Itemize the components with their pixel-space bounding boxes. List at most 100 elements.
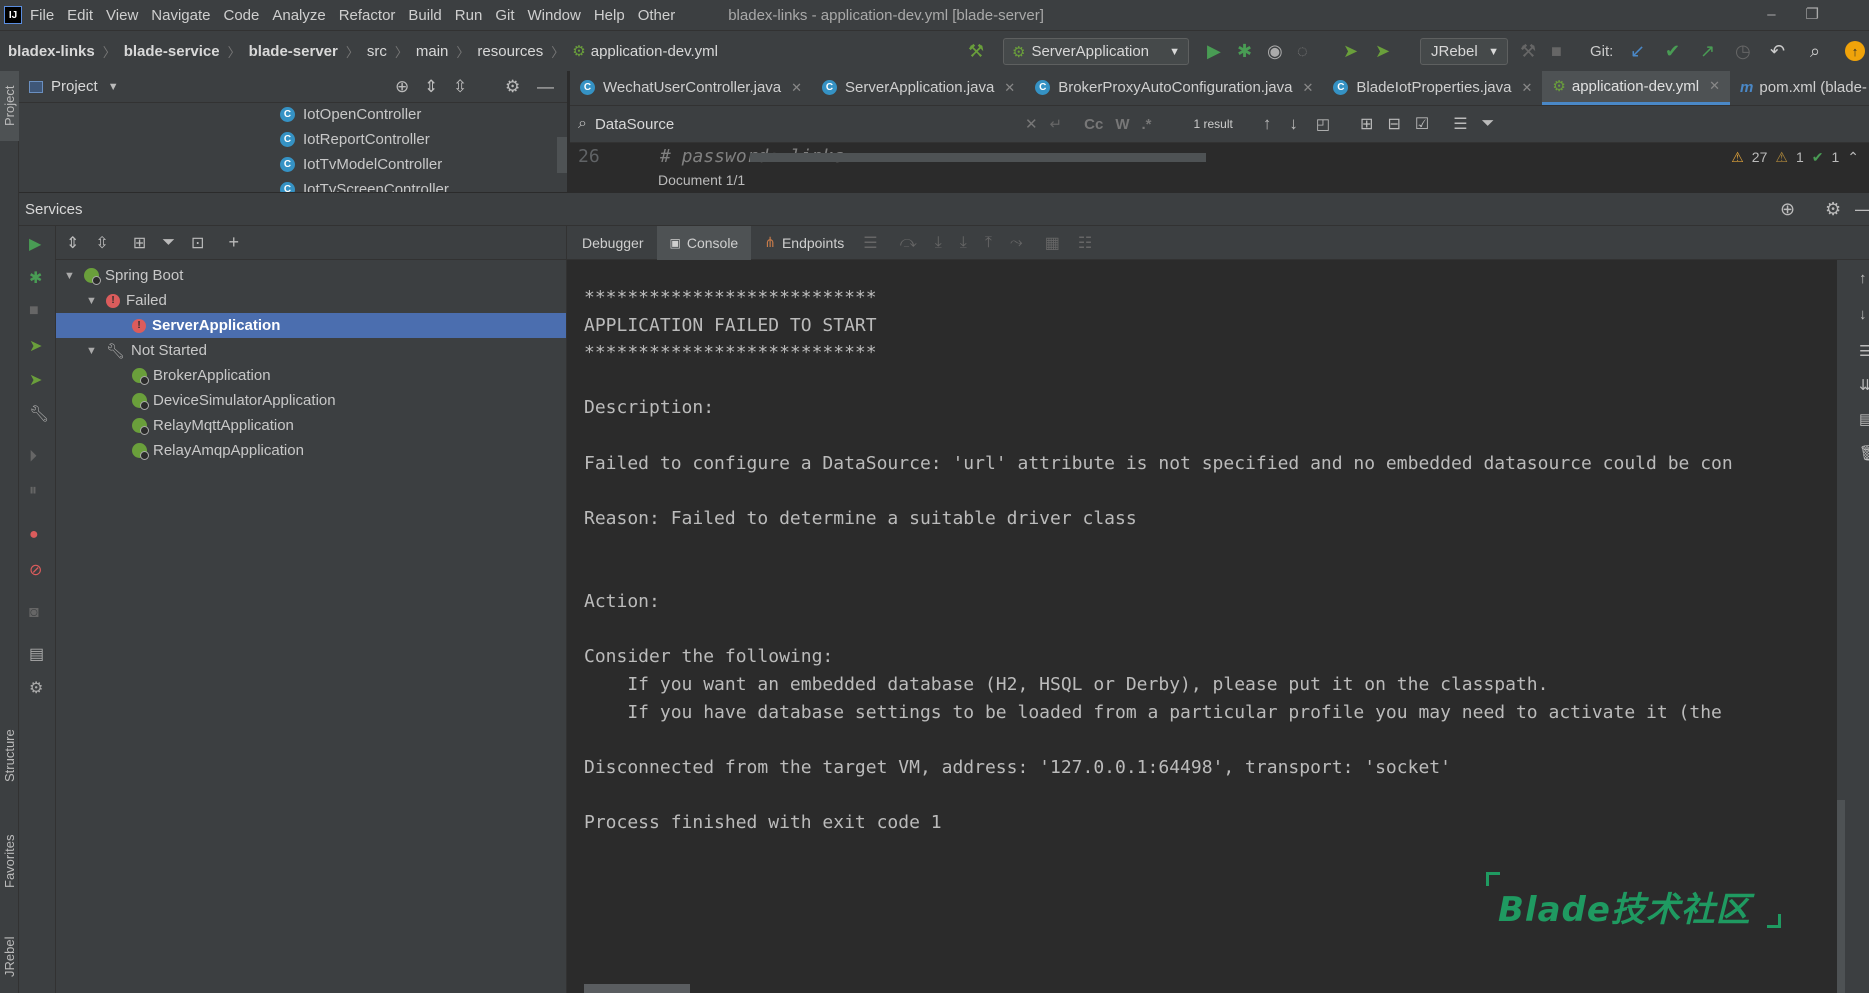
show-execution-point-icon[interactable]: ⤼ [900, 234, 917, 252]
minimize-icon[interactable]: — [537, 77, 554, 97]
git-update-icon[interactable]: ↙ [1630, 41, 1645, 62]
tab-console[interactable]: ▣ Console [656, 225, 752, 260]
jrebel-select[interactable]: JRebel ▼ [1420, 38, 1508, 65]
soft-wrap-icon[interactable]: ☰ [1859, 342, 1869, 360]
tree-node-failed[interactable]: ▼ ! Failed [86, 288, 596, 313]
tab-debugger[interactable]: Debugger [569, 226, 657, 260]
step-into-icon[interactable]: ⤓ [960, 234, 967, 252]
editor-content[interactable]: 26 # password: links ⚠27 ⚠1 ✔1 ⌃ [570, 143, 1869, 171]
menu-analyze[interactable]: Analyze [272, 7, 325, 24]
git-commit-icon[interactable]: ✔ [1665, 41, 1680, 62]
chevron-down-icon[interactable]: ▼ [86, 345, 100, 357]
filter-icon[interactable]: ⏷ [162, 234, 175, 252]
menu-view[interactable]: View [106, 7, 138, 24]
git-push-icon[interactable]: ↗ [1700, 41, 1715, 62]
tab-wechat-user-controller[interactable]: C WechatUserController.java ✕ [570, 71, 812, 105]
tab-broker-proxy-auto-configuration[interactable]: C BrokerProxyAutoConfiguration.java ✕ [1025, 71, 1323, 105]
tab-application-dev-yml[interactable]: ⚙ application-dev.yml ✕ [1542, 71, 1731, 105]
project-tool-tab[interactable]: Project [0, 71, 19, 141]
threads-icon[interactable]: ☰ [863, 233, 877, 253]
debug-icon[interactable]: ✱ [1237, 41, 1252, 62]
scroll-down-icon[interactable]: ↓ [1859, 306, 1867, 323]
console-horizontal-scrollbar[interactable] [584, 984, 690, 993]
layout-icon[interactable]: ▤ [29, 644, 44, 664]
tab-server-application[interactable]: C ServerApplication.java ✕ [812, 71, 1025, 105]
attach-icon[interactable]: ⚒ [1520, 41, 1536, 62]
expand-all-icon[interactable]: ⇕ [66, 233, 79, 253]
jrebel-tool-tab[interactable]: JRebel [0, 921, 19, 993]
breadcrumb-item[interactable]: blade-server [249, 43, 338, 60]
evaluate-icon[interactable]: ▦ [1045, 233, 1060, 253]
chevron-down-icon[interactable]: ▼ [108, 81, 119, 93]
chevron-down-icon[interactable]: ▼ [86, 295, 100, 307]
remove-occurrence-icon[interactable]: ⊟ [1387, 114, 1400, 134]
close-icon[interactable]: ✕ [1004, 80, 1015, 96]
scroll-up-icon[interactable]: ↑ [1859, 270, 1867, 287]
editor-horizontal-scrollbar[interactable] [750, 153, 1206, 162]
gear-icon[interactable]: ⚙ [1825, 199, 1841, 220]
camera-icon[interactable]: ◙ [29, 604, 39, 622]
breadcrumb-item[interactable]: resources [477, 43, 543, 60]
search-icon[interactable]: ⌕ [1810, 41, 1820, 62]
menu-file[interactable]: File [30, 7, 54, 24]
new-tab-icon[interactable]: ⊡ [191, 233, 204, 253]
step-out-icon[interactable]: ⤒ [985, 234, 992, 252]
add-service-icon[interactable]: + [228, 232, 239, 253]
close-icon[interactable]: ✕ [791, 80, 802, 96]
new-line-icon[interactable]: ↵ [1050, 115, 1063, 133]
run-icon[interactable]: ▶ [1207, 41, 1221, 62]
inspection-widget[interactable]: ⚠ 27 ⚠ 1 ✔ 1 ⌃ [1731, 149, 1859, 166]
favorites-tool-tab[interactable]: Favorites [0, 816, 19, 906]
tab-endpoints[interactable]: ⋔ Endpoints [751, 226, 857, 260]
update-icon[interactable]: ↑ [1845, 41, 1865, 61]
chevron-up-icon[interactable]: ⌃ [1847, 149, 1859, 166]
close-icon[interactable]: ✕ [1303, 80, 1314, 96]
history-icon[interactable]: ◷ [1735, 41, 1751, 62]
menu-build[interactable]: Build [408, 7, 441, 24]
chevron-down-icon[interactable]: ▼ [64, 270, 78, 282]
tree-node-not-started[interactable]: ▼ 🔧︎ Not Started [86, 338, 596, 363]
filter-icon[interactable]: ⏷ [1482, 115, 1495, 133]
clear-icon[interactable]: ✕ [1025, 115, 1038, 133]
menu-window[interactable]: Window [527, 7, 580, 24]
tree-item-class[interactable]: C IotOpenController [280, 106, 421, 123]
step-over-icon[interactable]: ⤓ [935, 234, 942, 252]
gear-icon[interactable]: ⚙ [505, 77, 520, 97]
minimize-icon[interactable]: — [1855, 199, 1869, 220]
trace-icon[interactable]: ☷ [1078, 233, 1092, 253]
menu-navigate[interactable]: Navigate [151, 7, 210, 24]
resume-icon[interactable]: ⏵ [29, 448, 37, 466]
words-toggle[interactable]: W [1115, 116, 1129, 133]
profile-icon[interactable]: ◌ [1297, 41, 1308, 62]
close-icon[interactable]: ✕ [1709, 78, 1720, 94]
structure-tool-tab[interactable]: Structure [0, 711, 19, 801]
coverage-icon[interactable]: ◉ [1267, 41, 1283, 62]
locate-icon[interactable]: ⊕ [1780, 199, 1795, 220]
debug-icon[interactable]: ✱ [29, 268, 42, 288]
select-all-occurrences-icon[interactable]: ◰ [1316, 115, 1330, 133]
run-configuration-select[interactable]: ⚙ ServerApplication ▼ [1003, 38, 1189, 65]
group-by-icon[interactable]: ⊞ [133, 233, 146, 253]
tree-item-class[interactable]: C IotTvScreenController [280, 181, 449, 192]
collapse-all-icon[interactable]: ⇳ [453, 77, 467, 97]
menu-git[interactable]: Git [495, 7, 514, 24]
breadcrumb-item[interactable]: application-dev.yml [591, 43, 718, 60]
mute-breakpoints-icon[interactable]: ⊘ [29, 560, 42, 580]
jrebel-debug-icon[interactable]: ➤ [1375, 41, 1390, 62]
menu-other[interactable]: Other [638, 7, 676, 24]
filter-options-icon[interactable]: ☰ [1453, 114, 1467, 134]
regex-toggle[interactable]: .* [1141, 116, 1151, 133]
breadcrumb-item[interactable]: src [367, 43, 387, 60]
previous-occurrence-icon[interactable]: ↑ [1263, 114, 1272, 134]
menu-edit[interactable]: Edit [67, 7, 93, 24]
wrench-icon[interactable]: 🔧︎ [29, 404, 49, 424]
run-to-cursor-icon[interactable]: ⤳ [1010, 234, 1023, 252]
breadcrumb-item[interactable]: blade-service [124, 43, 220, 60]
run-icon[interactable]: ▶ [29, 234, 41, 254]
search-input[interactable]: DataSource [595, 116, 1025, 133]
menu-code[interactable]: Code [223, 7, 259, 24]
tree-node-spring-boot[interactable]: ▼ Spring Boot [64, 263, 574, 288]
breadcrumb-item[interactable]: bladex-links [8, 43, 95, 60]
expand-all-icon[interactable]: ⇕ [424, 77, 438, 97]
stop-icon[interactable]: ■ [29, 302, 39, 320]
